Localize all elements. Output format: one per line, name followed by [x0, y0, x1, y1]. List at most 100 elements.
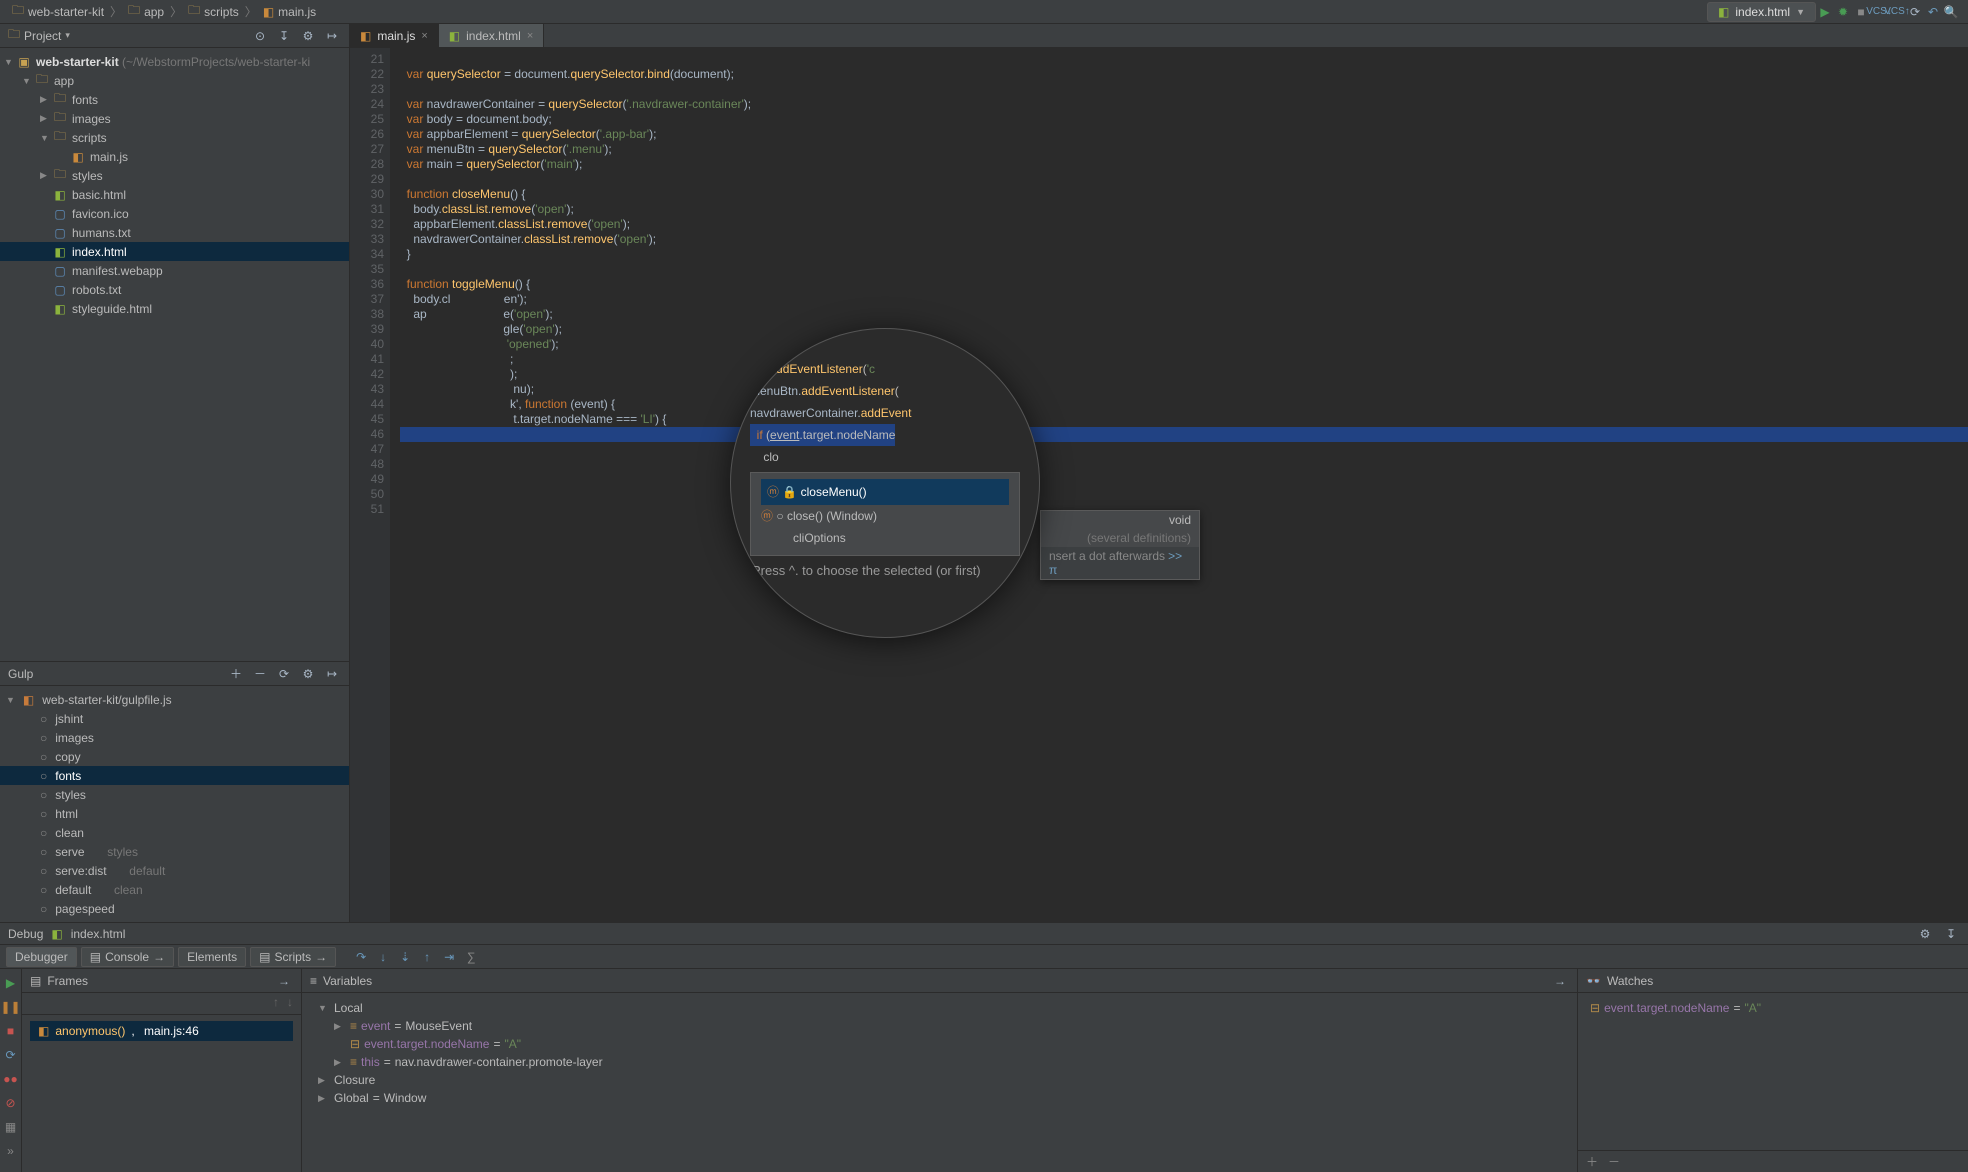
var-row[interactable]: ▶≡ event = MouseEvent — [310, 1017, 1569, 1035]
completion-item[interactable]: cliOptions — [761, 527, 1009, 549]
gulp-task[interactable]: ○serve:dist default — [0, 861, 349, 880]
tree-item[interactable]: ▢favicon.ico — [0, 204, 349, 223]
gulp-task[interactable]: ○fonts — [0, 766, 349, 785]
debug-button[interactable]: ✹ — [1834, 3, 1852, 21]
force-step-icon[interactable]: ⇣ — [396, 948, 414, 966]
gulp-file-row[interactable]: ▼ ◧ web-starter-kit/gulpfile.js — [0, 690, 349, 709]
more-icon[interactable]: » — [3, 1143, 19, 1159]
search-icon[interactable]: 🔍 — [1942, 3, 1960, 21]
refresh-icon[interactable]: ⟳ — [275, 665, 293, 683]
tree-item[interactable]: ▼🗀app — [0, 71, 349, 90]
breakpoints-icon[interactable]: ●● — [3, 1071, 19, 1087]
breadcrumb[interactable]: ◧ main.js — [259, 5, 320, 19]
breadcrumb[interactable]: 🗀 web-starter-kit — [8, 1, 108, 22]
tree-item[interactable]: ▢manifest.webapp — [0, 261, 349, 280]
prev-frame-icon[interactable]: ↑ — [273, 995, 279, 1012]
console-tab[interactable]: ▤Console → — [81, 947, 174, 967]
gulp-task-list[interactable]: ▼ ◧ web-starter-kit/gulpfile.js ○jshint○… — [0, 686, 349, 922]
gulp-task[interactable]: ○styles — [0, 785, 349, 804]
run-config-dropdown[interactable]: ◧ index.html ▼ — [1707, 2, 1816, 22]
editor-tab[interactable]: ◧ main.js × — [350, 24, 439, 47]
gulp-task[interactable]: ○default clean — [0, 880, 349, 899]
debugger-tab[interactable]: Debugger — [6, 947, 77, 967]
hide-icon[interactable]: ↦ — [323, 27, 341, 45]
filter-icon[interactable]: → — [1551, 972, 1569, 990]
tree-item[interactable]: ◧basic.html — [0, 185, 349, 204]
gulp-task[interactable]: ○html — [0, 804, 349, 823]
editor-tab[interactable]: ◧ index.html × — [439, 24, 544, 47]
gulp-task[interactable]: ○images — [0, 728, 349, 747]
var-scope[interactable]: ▼Local — [310, 999, 1569, 1017]
tree-item[interactable]: ▶🗀styles — [0, 166, 349, 185]
gear-icon[interactable]: ⚙ — [299, 27, 317, 45]
close-icon[interactable]: × — [527, 30, 533, 42]
add-icon[interactable]: ＋ — [227, 665, 245, 683]
completion-popup[interactable]: void (several definitions) nsert a dot a… — [1040, 510, 1200, 580]
tree-item[interactable]: ▢humans.txt — [0, 223, 349, 242]
gulp-task[interactable]: ○copy — [0, 747, 349, 766]
project-root[interactable]: ▼ ▣ web-starter-kit (~/WebstormProjects/… — [0, 52, 349, 71]
breadcrumb[interactable]: 🗀 scripts — [184, 1, 243, 22]
var-row[interactable]: ⊟ event.target.nodeName = "A" — [310, 1035, 1569, 1053]
hide-icon[interactable]: ↧ — [1942, 925, 1960, 943]
evaluate-icon[interactable]: ∑ — [462, 948, 480, 966]
elements-tab[interactable]: Elements — [178, 947, 246, 967]
tree-item[interactable]: ◧main.js — [0, 147, 349, 166]
breadcrumb[interactable]: 🗀 app — [124, 1, 168, 22]
stack-frame[interactable]: ◧ anonymous(), main.js:46 — [30, 1021, 293, 1041]
html-file-icon: ◧ — [449, 29, 460, 43]
mute-bp-icon[interactable]: ⊘ — [3, 1095, 19, 1111]
undo-icon[interactable]: ↶ — [1924, 3, 1942, 21]
completion-item[interactable]: ⓜ 🔒 closeMenu() — [761, 479, 1009, 505]
file-icon: ▢ — [52, 207, 68, 221]
rerun-icon[interactable]: ⟳ — [3, 1047, 19, 1063]
stop-icon[interactable]: ■ — [3, 1023, 19, 1039]
step-over-icon[interactable]: ↷ — [352, 948, 370, 966]
var-scope[interactable]: ▶Closure — [310, 1071, 1569, 1089]
code-content[interactable]: var querySelector = document.querySelect… — [390, 48, 1968, 922]
watch-row[interactable]: ⊟ event.target.nodeName = "A" — [1586, 999, 1960, 1017]
code-editor[interactable]: 2122232425262728293031323334353637383940… — [350, 48, 1968, 922]
sync-icon[interactable]: ⟳ — [1906, 3, 1924, 21]
var-scope[interactable]: ▶Global = Window — [310, 1089, 1569, 1107]
hide-icon[interactable]: ↦ — [323, 665, 341, 683]
tree-item[interactable]: ▢robots.txt — [0, 280, 349, 299]
frames-icon: ▤ — [30, 974, 41, 988]
completion-item[interactable]: ⓜ ○ close() (Window) — [761, 505, 1009, 527]
close-icon[interactable]: × — [421, 30, 427, 42]
tree-item[interactable]: ▶🗀fonts — [0, 90, 349, 109]
filter-icon[interactable]: → — [275, 972, 293, 990]
step-into-icon[interactable]: ↓ — [374, 948, 392, 966]
run-to-cursor-icon[interactable]: ⇥ — [440, 948, 458, 966]
tree-item[interactable]: ▶🗀images — [0, 109, 349, 128]
layout-icon[interactable]: ▦ — [3, 1119, 19, 1135]
gulp-task[interactable]: ○clean — [0, 823, 349, 842]
collapse-all-icon[interactable]: ↧ — [275, 27, 293, 45]
tree-item[interactable]: ▼🗀scripts — [0, 128, 349, 147]
tree-item[interactable]: ◧styleguide.html — [0, 299, 349, 318]
remove-watch-icon[interactable]: － — [1608, 1153, 1620, 1170]
run-button[interactable]: ▶ — [1816, 3, 1834, 21]
scroll-from-source-icon[interactable]: ⊙ — [251, 27, 269, 45]
var-row[interactable]: ▶≡ this = nav.navdrawer-container.promot… — [310, 1053, 1569, 1071]
gear-icon[interactable]: ⚙ — [1916, 925, 1934, 943]
chevron-down-icon[interactable]: ▾ — [65, 30, 70, 41]
pause-icon[interactable]: ❚❚ — [3, 999, 19, 1015]
gulp-task[interactable]: ○jshint — [0, 709, 349, 728]
step-out-icon[interactable]: ↑ — [418, 948, 436, 966]
vcs-commit-icon[interactable]: VCS↑ — [1888, 3, 1906, 21]
scripts-tab[interactable]: ▤Scripts → — [250, 947, 336, 967]
remove-icon[interactable]: － — [251, 665, 269, 683]
gear-icon[interactable]: ⚙ — [299, 665, 317, 683]
file-icon: ▢ — [52, 264, 68, 278]
resume-icon[interactable]: ▶ — [3, 975, 19, 991]
project-tree[interactable]: ▼ ▣ web-starter-kit (~/WebstormProjects/… — [0, 48, 349, 661]
folder-icon: 🗀 — [12, 1, 24, 22]
add-watch-icon[interactable]: ＋ — [1586, 1153, 1598, 1170]
gulp-task[interactable]: ○serve styles — [0, 842, 349, 861]
chevron-right-icon: 〉 — [168, 3, 184, 20]
tree-item[interactable]: ◧index.html — [0, 242, 349, 261]
variables-title: Variables — [323, 974, 372, 988]
gulp-task[interactable]: ○pagespeed — [0, 899, 349, 918]
next-frame-icon[interactable]: ↓ — [287, 995, 293, 1012]
